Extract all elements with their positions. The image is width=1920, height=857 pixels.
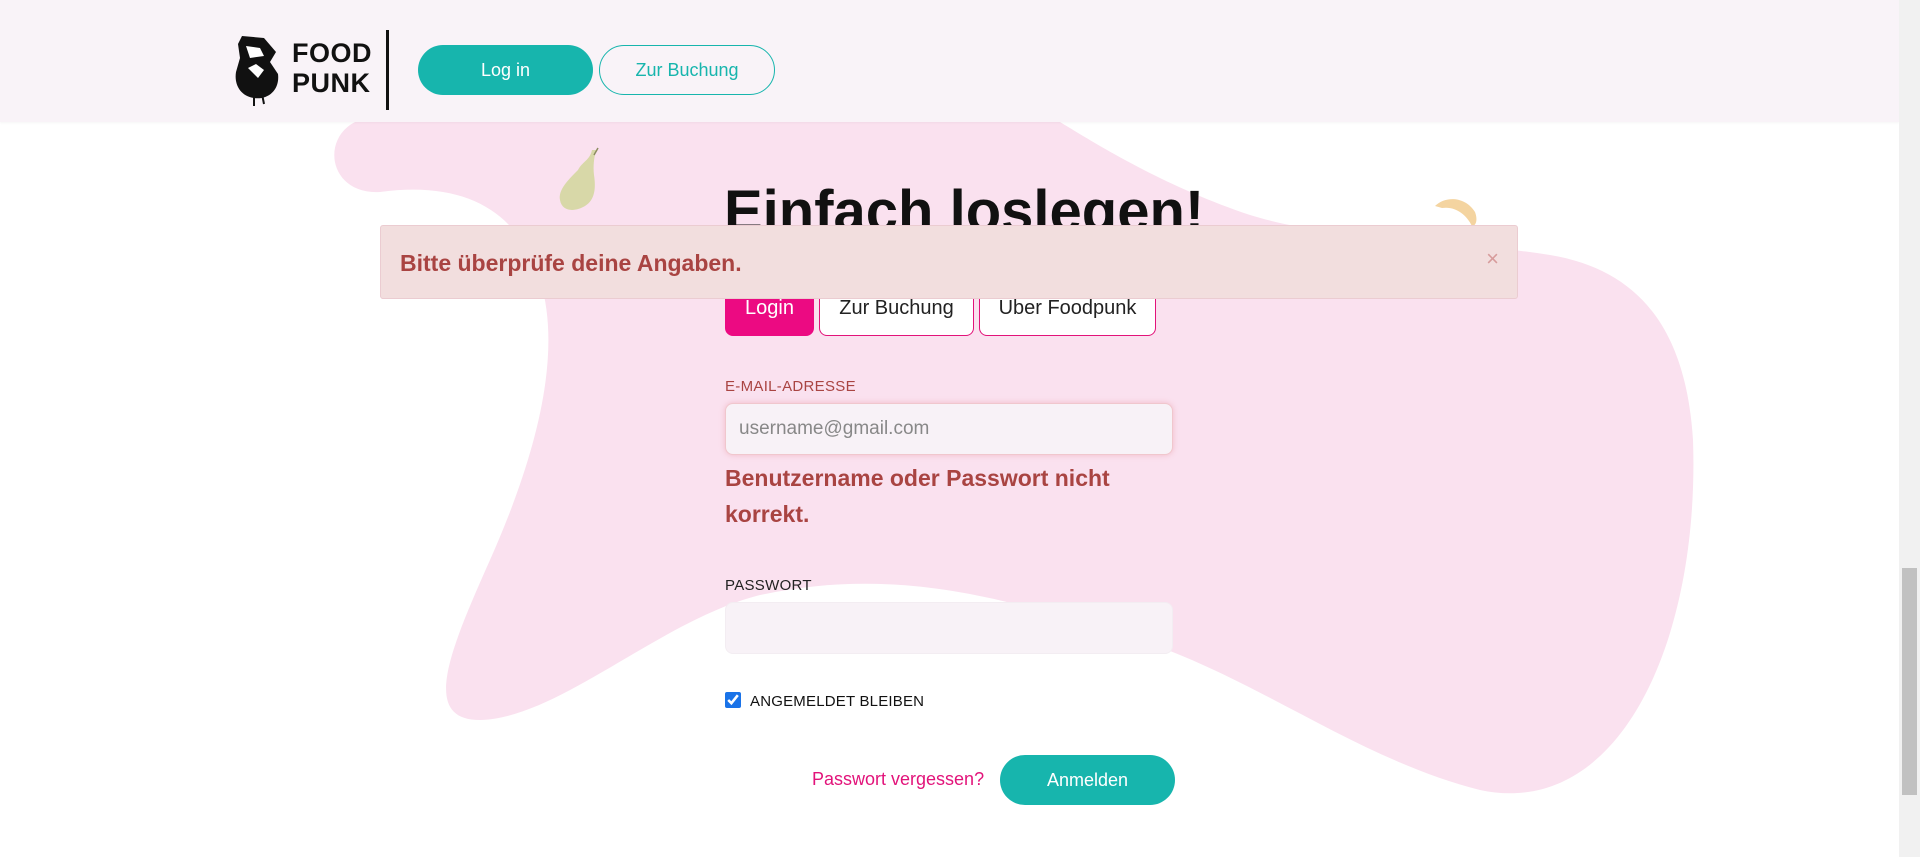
alert-message: Bitte überprüfe deine Angaben. xyxy=(400,250,742,276)
email-label: E-MAIL-ADRESSE xyxy=(725,378,856,395)
banana-icon xyxy=(1435,199,1477,226)
submit-button[interactable]: Anmelden xyxy=(1000,755,1175,805)
remember-me-checkbox[interactable] xyxy=(725,692,741,708)
foodpunk-logo[interactable]: FOOD PUNK xyxy=(234,30,394,110)
site-header: FOOD PUNK Log in Zur Buchung xyxy=(0,0,1899,122)
logo-wordmark: FOOD PUNK xyxy=(292,38,372,98)
remember-me-label[interactable]: ANGEMELDET BLEIBEN xyxy=(750,693,924,710)
scrollbar-thumb[interactable] xyxy=(1902,568,1917,795)
header-booking-button[interactable]: Zur Buchung xyxy=(599,45,775,95)
password-label: PASSWORT xyxy=(725,577,812,594)
error-alert: Bitte überprüfe deine Angaben. × xyxy=(380,225,1518,299)
close-icon[interactable]: × xyxy=(1486,246,1499,272)
foodpunk-logo-icon xyxy=(235,36,279,106)
password-field[interactable] xyxy=(725,602,1173,654)
forgot-password-link[interactable]: Passwort vergessen? xyxy=(812,769,984,790)
header-login-button[interactable]: Log in xyxy=(418,45,593,95)
logo-word-punk: PUNK xyxy=(292,68,371,98)
header-divider xyxy=(386,30,389,110)
email-field[interactable] xyxy=(725,403,1173,455)
scrollbar[interactable] xyxy=(1899,0,1920,857)
email-error-message: Benutzername oder Passwort nicht korrekt… xyxy=(725,465,1110,527)
logo-word-food: FOOD xyxy=(292,38,372,68)
